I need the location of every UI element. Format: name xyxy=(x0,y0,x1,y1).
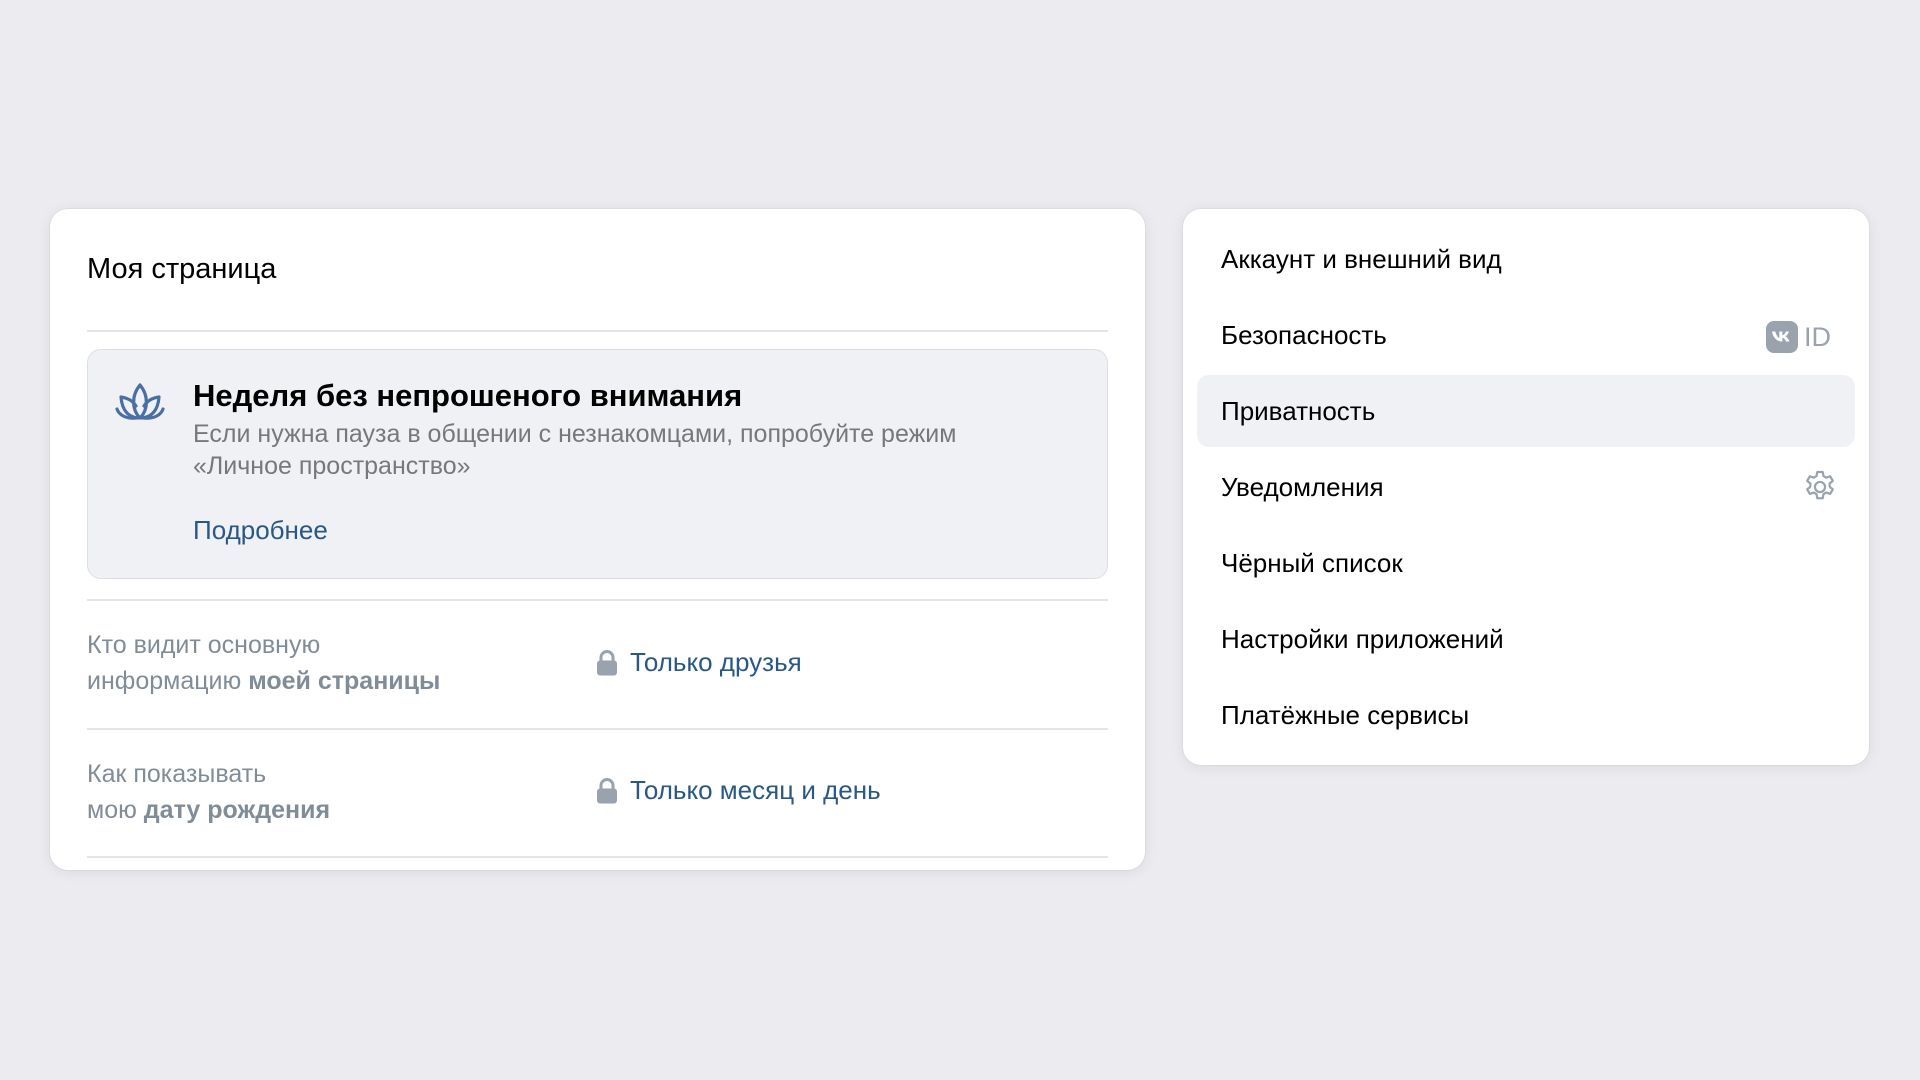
lock-icon xyxy=(597,649,617,675)
menu-item-label: Чёрный список xyxy=(1221,547,1403,578)
gear-icon xyxy=(1806,470,1834,500)
menu-item-account[interactable]: Аккаунт и внешний вид xyxy=(1197,223,1855,295)
main-info-visibility-label: Кто видит основную информацию моей стран… xyxy=(87,631,441,695)
settings-menu: Аккаунт и внешний вид Безопасность ID Пр… xyxy=(1183,209,1869,765)
menu-item-label: Безопасность xyxy=(1221,319,1387,350)
divider xyxy=(87,856,1108,858)
promo-description: Если нужна пауза в общении с незнакомцам… xyxy=(193,420,957,480)
main-info-visibility-text: Только друзья xyxy=(630,647,802,677)
menu-item-label: Настройки приложений xyxy=(1221,623,1504,654)
promo-title: Неделя без непрошеного внимания xyxy=(193,378,743,413)
divider xyxy=(87,599,1108,601)
birthday-display-value[interactable]: Только месяц и день xyxy=(596,775,881,806)
vk-id-badge: ID xyxy=(1766,321,1831,353)
lock-icon xyxy=(597,777,617,803)
menu-item-app-settings[interactable]: Настройки приложений xyxy=(1197,603,1855,675)
menu-item-notifications[interactable]: Уведомления xyxy=(1197,451,1855,523)
lotus-icon xyxy=(115,383,165,420)
menu-item-blacklist[interactable]: Чёрный список xyxy=(1197,527,1855,599)
promo-banner: Неделя без непрошеного внимания Если нуж… xyxy=(87,349,1108,579)
divider xyxy=(87,330,1108,332)
page-title: Моя страница xyxy=(87,253,277,285)
birthday-display-text: Только месяц и день xyxy=(630,775,881,805)
main-info-visibility-value[interactable]: Только друзья xyxy=(596,647,802,678)
more-info-link[interactable]: Подробнее xyxy=(193,515,328,546)
menu-item-security[interactable]: Безопасность ID xyxy=(1197,299,1855,371)
menu-item-label: Приватность xyxy=(1221,395,1376,426)
vk-logo-icon xyxy=(1766,321,1798,353)
menu-item-payment-services[interactable]: Платёжные сервисы xyxy=(1197,679,1855,751)
menu-item-privacy[interactable]: Приватность xyxy=(1197,375,1855,447)
vk-id-text: ID xyxy=(1804,321,1831,352)
divider xyxy=(87,728,1108,730)
menu-item-label: Аккаунт и внешний вид xyxy=(1221,243,1502,274)
my-page-card: Моя страница Неделя без непрошеного вним… xyxy=(50,209,1145,870)
menu-item-label: Платёжные сервисы xyxy=(1221,699,1470,730)
menu-item-label: Уведомления xyxy=(1221,471,1384,502)
birthday-display-label: Как показывать мою дату рождения xyxy=(87,760,331,824)
